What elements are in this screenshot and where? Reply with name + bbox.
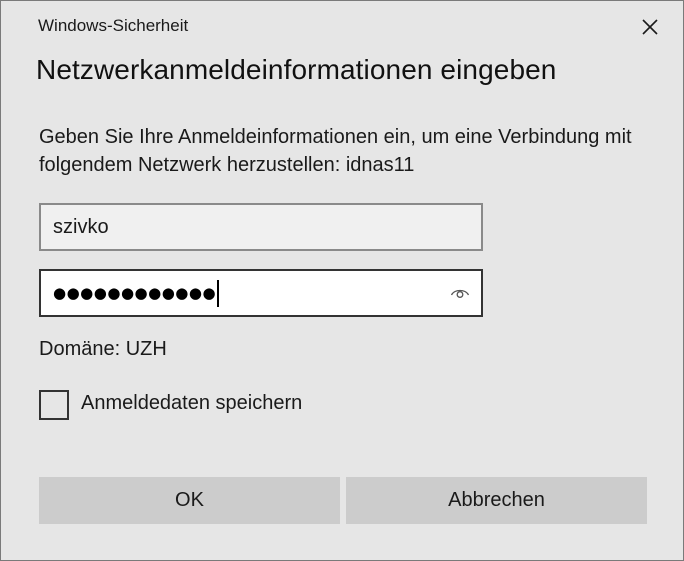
ok-button[interactable]: OK [39, 477, 340, 524]
close-icon [642, 19, 658, 35]
dialog-description: Geben Sie Ihre Anmeldeinformationen ein,… [39, 126, 632, 176]
password-value: ●●●●●●●●●●●● [53, 283, 217, 302]
credentials-dialog: Windows-Sicherheit Netzwerkanmeldeinform… [0, 0, 684, 561]
dialog-heading: Netzwerkanmeldeinformationen eingeben [36, 54, 557, 85]
remember-credentials-label[interactable]: Anmeldedaten speichern [81, 392, 302, 415]
password-field[interactable]: ●●●●●●●●●●●● [39, 269, 483, 317]
reveal-password-button[interactable] [449, 283, 471, 303]
username-value: szivko [53, 215, 109, 238]
cancel-button[interactable]: Abbrechen [346, 477, 647, 524]
close-button[interactable] [631, 9, 669, 45]
remember-credentials-checkbox[interactable] [39, 390, 69, 420]
eye-icon [450, 289, 470, 298]
text-caret [217, 279, 220, 307]
window-title: Windows-Sicherheit [38, 16, 189, 35]
username-field[interactable]: szivko [39, 203, 483, 251]
domain-label: Domäne: UZH [39, 338, 167, 360]
